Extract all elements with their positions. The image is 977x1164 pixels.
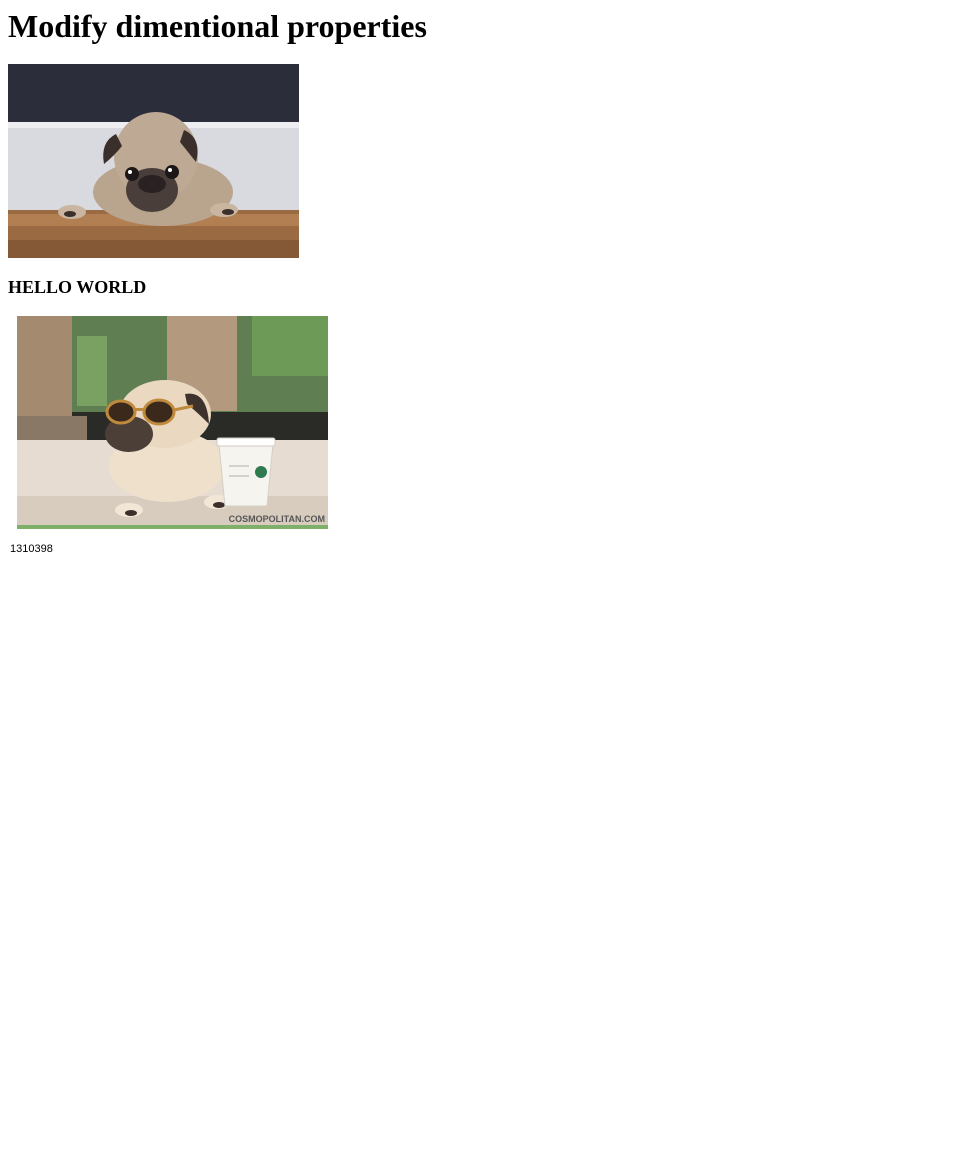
number-text: 1310398: [10, 543, 53, 555]
pug-sunglasses-photo: COSMOPOLITAN.COM: [17, 316, 328, 529]
pug-floor-photo: [8, 64, 299, 258]
hello-world-heading: HELLO WORLD: [8, 277, 147, 297]
pug-sunglasses-photo-icon: COSMOPOLITAN.COM: [17, 316, 328, 529]
page-title: Modify dimentional properties: [8, 8, 427, 44]
cosmopolitan-watermark: COSMOPOLITAN.COM: [229, 514, 325, 524]
pug-photo-icon: [8, 64, 299, 258]
